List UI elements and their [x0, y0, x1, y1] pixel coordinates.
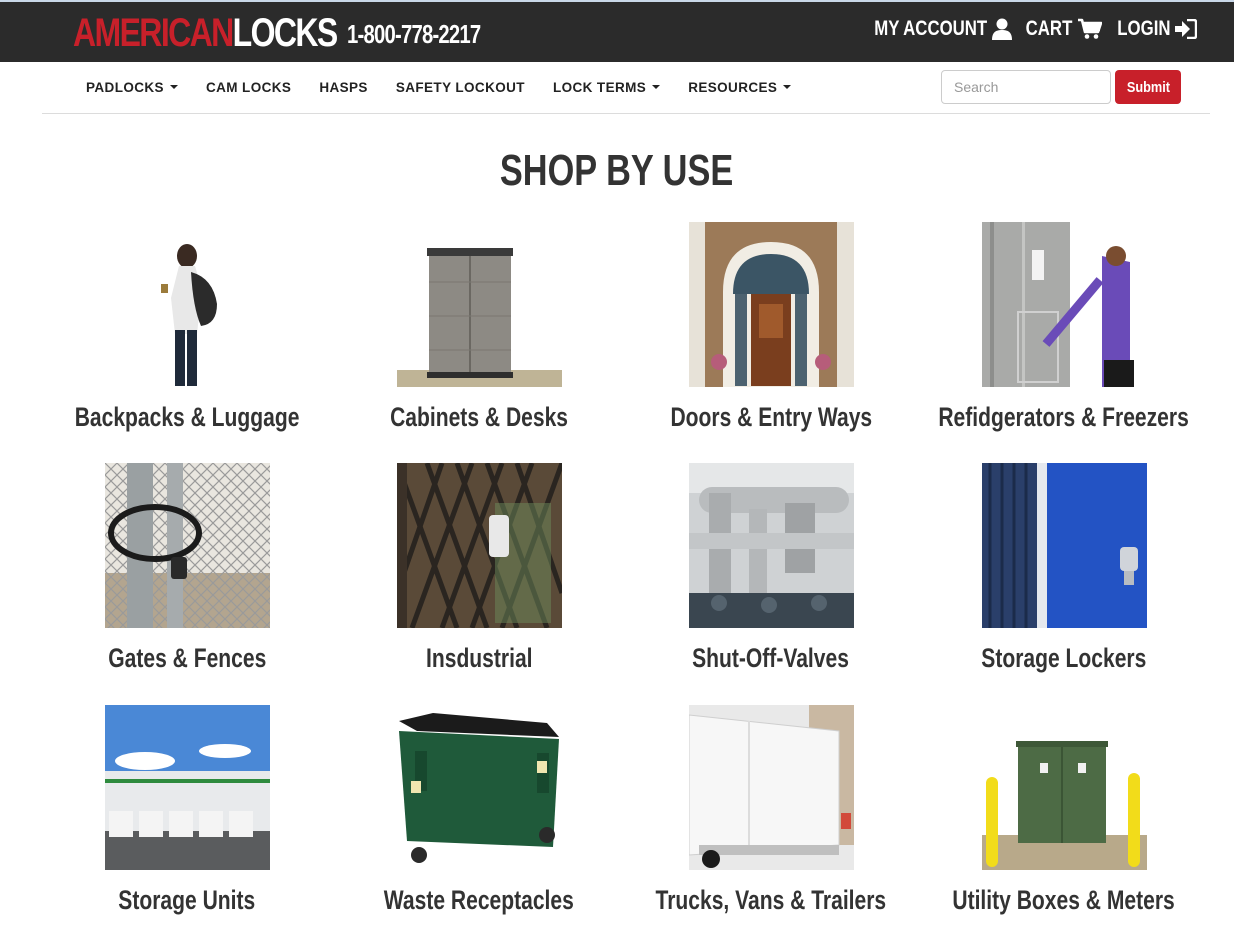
nav-padlocks[interactable]: PADLOCKS: [72, 62, 192, 112]
tile-caption-text: Backpacks & Luggage: [74, 402, 300, 432]
tile-caption[interactable]: Refidgerators & Freezers: [898, 400, 1230, 434]
tile-caption[interactable]: Cabinets & Desks: [313, 400, 645, 434]
sign-in-icon: [1175, 19, 1197, 39]
tile-caption[interactable]: Shut-Off-Valves: [605, 641, 937, 675]
submit-button[interactable]: Submit: [1115, 70, 1181, 104]
nav-padlocks-label: PADLOCKS: [86, 79, 164, 95]
tile-caption[interactable]: Insdustrial: [313, 641, 645, 675]
my-account-link[interactable]: MY ACCOUNT: [860, 17, 1013, 41]
tile-caption[interactable]: Backpacks & Luggage: [21, 400, 353, 434]
cart-link[interactable]: CART: [1025, 17, 1102, 41]
door-image[interactable]: [689, 222, 854, 387]
tile-caption[interactable]: Trucks, Vans & Trailers: [605, 883, 937, 917]
top-bar: AMERICANLOCKS 1-800-778-2217 MY ACCOUNT …: [0, 0, 1234, 62]
industrial-gate-image[interactable]: [397, 463, 562, 628]
storage-locker-image[interactable]: [982, 463, 1147, 628]
nav-hasps-label: HASPS: [319, 79, 368, 95]
tile-caption[interactable]: Storage Lockers: [898, 641, 1230, 675]
nav-safety-lockout-label: SAFETY LOCKOUT: [395, 79, 525, 95]
cart-label: CART: [1025, 17, 1073, 40]
nav-lock-terms-label: LOCK TERMS: [552, 79, 647, 95]
search-input[interactable]: [941, 70, 1111, 104]
nav-divider: [42, 113, 1210, 114]
nav-lock-terms[interactable]: LOCK TERMS: [539, 62, 674, 112]
valves-image[interactable]: [689, 463, 854, 628]
nav-resources[interactable]: RESOURCES: [674, 62, 805, 112]
user-icon: [992, 18, 1013, 40]
tile-caption-text: Storage Units: [118, 885, 256, 915]
main-nav: PADLOCKS CAM LOCKS HASPS SAFETY LOCKOUT …: [72, 62, 805, 112]
caret-down-icon: [169, 85, 178, 89]
tile-caption[interactable]: Utility Boxes & Meters: [898, 883, 1230, 917]
tile-caption-text: Shut-Off-Valves: [692, 643, 850, 673]
warehouse-image[interactable]: [105, 705, 270, 870]
tile-caption-text: Insdustrial: [425, 643, 533, 673]
backpack-image[interactable]: [105, 222, 270, 387]
tile-caption[interactable]: Storage Units: [21, 883, 353, 917]
caret-down-icon: [652, 85, 661, 89]
dumpster-image[interactable]: [397, 705, 562, 870]
logo-text-locks: LOCKS: [232, 11, 339, 55]
phone-number[interactable]: 1-800-778-2217: [347, 18, 481, 50]
submit-label: Submit: [1126, 78, 1170, 96]
logo-text-american: AMERICAN: [73, 11, 234, 55]
tile-caption[interactable]: Doors & Entry Ways: [605, 400, 937, 434]
fence-image[interactable]: [105, 463, 270, 628]
nav-safety-lockout[interactable]: SAFETY LOCKOUT: [382, 62, 539, 112]
freezer-image[interactable]: [982, 222, 1147, 387]
utility-box-image[interactable]: [982, 705, 1147, 870]
tile-caption-text: Refidgerators & Freezers: [938, 402, 1190, 432]
tile-caption-text: Trucks, Vans & Trailers: [655, 885, 887, 915]
my-account-label: MY ACCOUNT: [874, 17, 988, 40]
nav-cam-locks-label: CAM LOCKS: [205, 79, 292, 95]
tile-caption-text: Gates & Fences: [107, 643, 267, 673]
tile-caption[interactable]: Waste Receptacles: [313, 883, 645, 917]
cabinet-image[interactable]: [397, 222, 562, 387]
nav-hasps[interactable]: HASPS: [305, 62, 382, 112]
login-link[interactable]: LOGIN: [1116, 17, 1197, 41]
login-label: LOGIN: [1116, 17, 1170, 40]
tile-caption-text: Utility Boxes & Meters: [952, 885, 1176, 915]
tile-caption[interactable]: Gates & Fences: [21, 641, 353, 675]
tile-caption-text: Cabinets & Desks: [390, 402, 568, 432]
tile-caption-text: Storage Lockers: [981, 643, 1147, 673]
page-title-text: SHOP BY USE: [500, 146, 734, 195]
nav-resources-label: RESOURCES: [688, 79, 778, 95]
nav-cam-locks[interactable]: CAM LOCKS: [192, 62, 305, 112]
caret-down-icon: [783, 85, 792, 89]
account-links: MY ACCOUNT CART LOGIN: [860, 14, 1197, 44]
tile-caption-text: Doors & Entry Ways: [670, 402, 872, 432]
page-title: SHOP BY USE: [0, 142, 1234, 200]
site-logo[interactable]: AMERICANLOCKS: [73, 11, 339, 55]
cart-icon: [1077, 18, 1102, 39]
truck-image[interactable]: [689, 705, 854, 870]
tile-caption-text: Waste Receptacles: [383, 885, 575, 915]
